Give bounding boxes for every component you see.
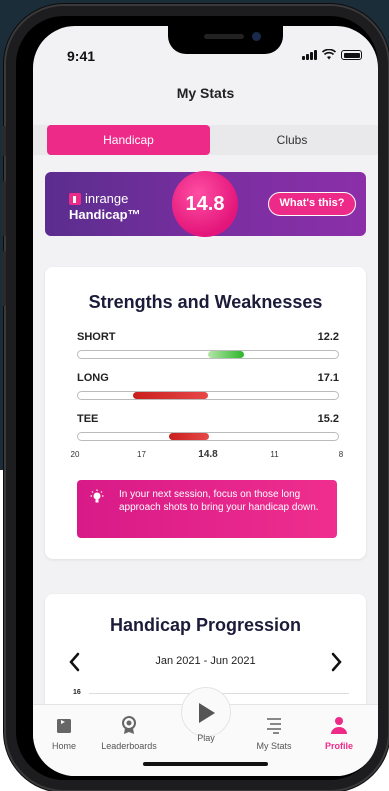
tab-label: My Stats	[256, 741, 292, 751]
row-label: SHORT	[77, 331, 116, 343]
tab-label: Profile	[324, 741, 353, 751]
whats-this-button[interactable]: What's this?	[268, 192, 356, 216]
scale-tick: 8	[338, 450, 344, 459]
speaker	[204, 34, 244, 39]
strengths-title: Strengths and Weaknesses	[88, 292, 323, 312]
volume-up-button	[2, 181, 6, 236]
tab-play[interactable]: Play	[171, 701, 241, 743]
cellular-signal-icon	[302, 50, 317, 60]
award-icon	[122, 716, 136, 734]
handicap-scale: 20 17 14.8 11 8	[71, 449, 344, 464]
scale-tick: 17	[137, 450, 146, 459]
page-title: My Stats	[176, 85, 235, 101]
inrange-logo-icon	[69, 192, 81, 205]
volume-down-button	[2, 251, 6, 306]
brand-block: inrange Handicap™	[69, 191, 141, 222]
tab-label: Play	[197, 733, 215, 743]
tab-home[interactable]: Home	[33, 715, 99, 751]
home-indicator[interactable]	[143, 762, 268, 766]
tab-label: Leaderboards	[101, 741, 157, 751]
scale-tick: 20	[70, 450, 80, 459]
tab-leaderboards[interactable]: Leaderboards	[94, 715, 164, 751]
scroll-content[interactable]: inrange Handicap™ 14.8 What's this? Stre…	[33, 158, 378, 734]
play-icon	[199, 703, 215, 723]
profile-icon	[331, 717, 347, 734]
mute-switch	[2, 126, 6, 156]
tab-clubs[interactable]: Clubs	[217, 125, 367, 155]
brand-logo: inrange	[69, 191, 141, 206]
row-bar-bad	[169, 433, 209, 440]
wifi-icon	[322, 49, 336, 60]
row-bar-good	[208, 351, 244, 358]
handicap-label: Handicap™	[69, 207, 141, 222]
status-icons	[302, 49, 362, 60]
row-track	[77, 391, 339, 400]
phone-screen: 9:41 My Stats Handicap Clubs inrange Han…	[33, 26, 378, 776]
progression-title: Handicap Progression	[109, 615, 302, 635]
status-time: 9:41	[67, 48, 96, 64]
tip-banner: In your next session, focus on those lon…	[77, 480, 337, 538]
tab-my-stats[interactable]: My Stats	[239, 715, 309, 751]
notch	[168, 26, 283, 54]
tab-label: Home	[51, 741, 76, 751]
row-value: 12.2	[317, 331, 339, 343]
home-icon	[57, 719, 71, 733]
progression-axis-label: 16	[73, 689, 81, 696]
phone-frame: 9:41 My Stats Handicap Clubs inrange Han…	[2, 6, 388, 790]
lightbulb-icon	[90, 489, 104, 503]
tab-profile[interactable]: Profile	[304, 715, 374, 751]
stats-icon	[267, 718, 281, 734]
tab-bar-top: Handicap Clubs	[33, 125, 378, 155]
brand-name: inrange	[85, 191, 129, 206]
scale-tick-current: 14.8	[198, 449, 218, 460]
handicap-banner: inrange Handicap™ 14.8 What's this?	[45, 171, 366, 237]
row-bar-bad	[133, 392, 208, 399]
row-label: LONG	[77, 372, 109, 384]
row-label: TEE	[77, 413, 99, 425]
strengths-card: Strengths and Weaknesses SHORT 12.2 LONG…	[45, 267, 366, 559]
chevron-right-icon[interactable]	[326, 650, 346, 674]
battery-icon	[341, 50, 362, 60]
scale-tick: 11	[270, 450, 279, 459]
tip-text: In your next session, focus on those lon…	[119, 489, 319, 513]
camera	[252, 32, 261, 41]
handicap-value: 14.8	[172, 171, 238, 237]
date-range: Jan 2021 - Jun 2021	[155, 655, 256, 667]
row-value: 15.2	[317, 413, 339, 425]
tab-handicap[interactable]: Handicap	[47, 125, 210, 155]
row-value: 17.1	[317, 372, 339, 384]
progression-nav: Jan 2021 - Jun 2021	[65, 650, 346, 674]
